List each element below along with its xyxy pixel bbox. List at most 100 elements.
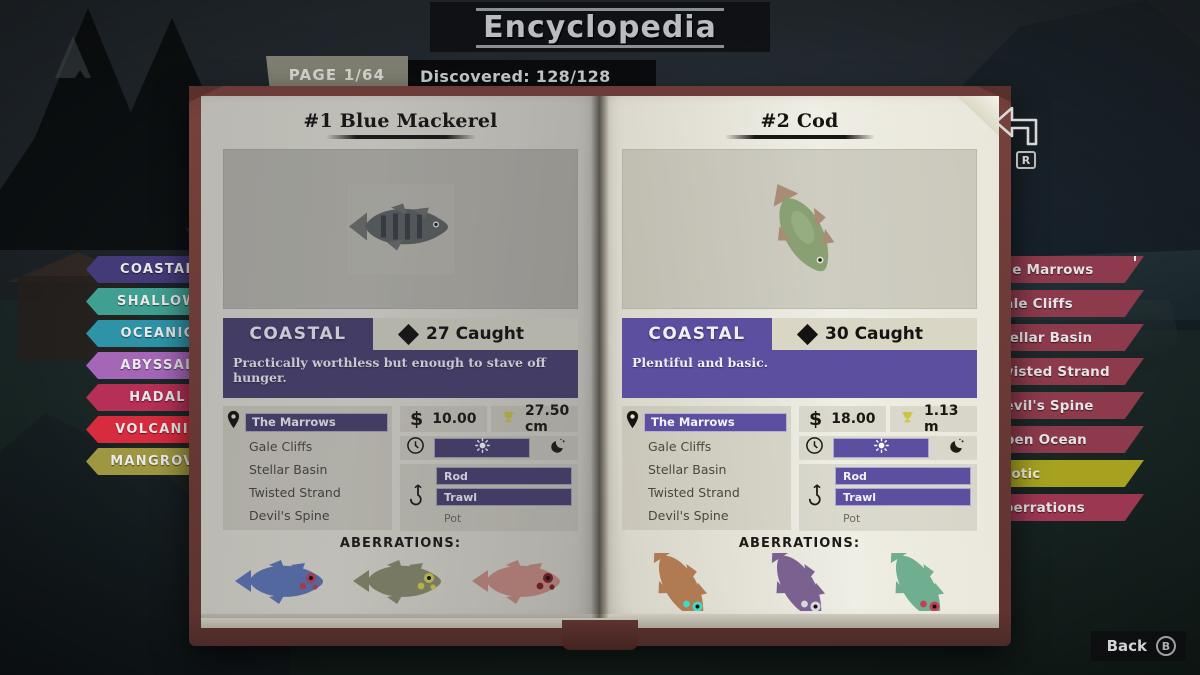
r-key-hint: R [1016, 151, 1036, 169]
location-list-left: The Marrows Gale Cliffs Stellar Basin Twist… [223, 406, 392, 530]
fish-type-label: COASTAL [648, 324, 746, 344]
stat-column-left: $ 10.00 27.50 cm Rod Trawl Pot [392, 403, 578, 531]
sun-icon [474, 438, 490, 458]
dollar-icon: $ [410, 408, 424, 430]
aberrations-section-right: ABERRATIONS: [622, 536, 977, 618]
type-caught-row-right: COASTAL 30 Caught [622, 318, 977, 350]
back-arrow-icon[interactable] [992, 104, 1050, 153]
aberration-violet-aberration[interactable] [748, 543, 850, 618]
gear-chip-trawl[interactable]: Trawl [436, 488, 572, 506]
fish-type-label: COASTAL [249, 324, 347, 344]
diamond-icon [397, 323, 420, 345]
location-item[interactable]: Gale Cliffs [624, 436, 787, 457]
price-box-left: $ 10.00 [400, 406, 487, 432]
night-toggle-left[interactable] [538, 437, 578, 459]
location-chip-active[interactable]: The Marrows [644, 412, 787, 432]
location-chip-active[interactable]: The Marrows [245, 412, 388, 432]
page-right-content: #2 Cod COASTAL 30 Caught Plentiful and b… [600, 96, 999, 618]
page-left-content: #1 Blue Mackerel COASTAL 27 Caught Pract… [201, 96, 600, 618]
location-item[interactable]: Stellar Basin [624, 459, 787, 480]
value-size-row-right: $ 18.00 1.13 m [799, 403, 977, 435]
fish-name-right: #2 Cod [760, 110, 839, 132]
night-toggle-right[interactable] [937, 437, 977, 459]
title-rule-bottom [476, 45, 724, 48]
gear-list-left: Rod Trawl Pot [436, 467, 572, 527]
aberration-teal-eye-aberration[interactable] [630, 543, 732, 618]
location-item[interactable]: Twisted Strand [225, 482, 388, 503]
location-item[interactable]: Twisted Strand [624, 482, 787, 503]
page-left: #1 Blue Mackerel COASTAL 27 Caught Pract… [201, 96, 600, 618]
size-value-right: 1.13 m [924, 403, 959, 435]
location-item[interactable]: Stellar Basin [225, 459, 388, 480]
gear-chip-trawl[interactable]: Trawl [835, 488, 971, 506]
caught-count-right: 30 Caught [825, 324, 924, 344]
category-tab-label: VOLCANIC [115, 422, 200, 437]
aberration-lumpy-green-aberration[interactable] [349, 553, 451, 616]
aberration-green-spore-aberration[interactable] [867, 543, 969, 618]
category-tab-label: ABYSSAL [120, 358, 195, 373]
aberration-blue-finned-aberration[interactable] [231, 553, 333, 616]
category-tab-label: HADAL [129, 390, 186, 405]
gear-chip-pot[interactable]: Pot [436, 509, 572, 527]
fishing-hook-icon [805, 467, 827, 527]
fish-artwork-blue-mackerel [341, 199, 461, 260]
fish-portrait-cell [347, 184, 454, 274]
info-grid-left: The Marrows Gale Cliffs Stellar Basin Twist… [223, 403, 578, 531]
location-pin-icon [225, 410, 241, 434]
fish-portrait-frame-right [622, 149, 977, 309]
fish-artwork-cod [746, 173, 854, 286]
size-box-right: 1.13 m [890, 403, 977, 435]
price-value-left: 10.00 [432, 411, 477, 427]
value-size-row-left: $ 10.00 27.50 cm [400, 403, 578, 435]
caught-box-left: 27 Caught [373, 318, 578, 350]
back-button-label: Back [1106, 637, 1147, 655]
location-pin-icon [624, 410, 640, 434]
gear-list-right: Rod Trawl Pot [835, 467, 971, 527]
gear-chip-rod[interactable]: Rod [436, 467, 572, 485]
gear-row-right: Rod Trawl Pot [799, 464, 977, 531]
location-primary-row: The Marrows [624, 410, 787, 434]
description-box-right: Plentiful and basic. [622, 350, 977, 398]
location-list-right: The Marrows Gale Cliffs Stellar Basin Twist… [622, 406, 791, 530]
day-toggle-left[interactable] [434, 438, 530, 458]
encyclopedia-book: #1 Blue Mackerel COASTAL 27 Caught Pract… [189, 86, 1011, 650]
page-title: Encyclopedia [483, 9, 717, 45]
diamond-icon [796, 323, 819, 345]
fish-type-badge-left: COASTAL [223, 318, 373, 350]
discovered-count: Discovered: 128/128 [420, 66, 611, 86]
clock-icon [406, 436, 426, 460]
gear-row-left: Rod Trawl Pot [400, 464, 578, 531]
size-box-left: 27.50 cm [491, 403, 578, 435]
dollar-icon: $ [809, 408, 823, 430]
description-box-left: Practically worthless but enough to stav… [223, 350, 578, 398]
fish-portrait-cell [746, 184, 853, 274]
moon-icon [949, 437, 966, 459]
day-toggle-right[interactable] [833, 438, 929, 458]
page-indicator-label: PAGE 1/64 [288, 66, 386, 84]
location-item[interactable]: Devil's Spine [624, 505, 787, 526]
category-tab-label: COASTAL [120, 262, 195, 277]
back-button-key: B [1156, 636, 1176, 656]
aberration-row-right [622, 543, 977, 618]
type-caught-row-left: COASTAL 27 Caught [223, 318, 578, 350]
moon-icon [550, 437, 567, 459]
r-key-label: R [1021, 153, 1031, 167]
location-item[interactable]: Gale Cliffs [225, 436, 388, 457]
trophy-icon [900, 410, 915, 428]
fish-name-left: #1 Blue Mackerel [303, 110, 498, 132]
price-value-right: 18.00 [831, 411, 876, 427]
trophy-icon [501, 410, 516, 428]
back-button[interactable]: Back B [1090, 631, 1186, 661]
category-tab-label: OCEANIC [120, 326, 195, 341]
aberrations-section-left: ABERRATIONS: [223, 536, 578, 613]
gear-chip-rod[interactable]: Rod [835, 467, 971, 485]
location-item[interactable]: Devil's Spine [225, 505, 388, 526]
aberration-many-eyed-red-aberration[interactable] [468, 553, 570, 616]
sun-icon [873, 438, 889, 458]
fish-description-left: Practically worthless but enough to stav… [233, 355, 546, 385]
gear-chip-pot[interactable]: Pot [835, 509, 971, 527]
aberration-row-left [223, 555, 578, 613]
fish-portrait-frame-left [223, 149, 578, 309]
time-of-day-row-left [400, 436, 578, 460]
location-primary-row: The Marrows [225, 410, 388, 434]
